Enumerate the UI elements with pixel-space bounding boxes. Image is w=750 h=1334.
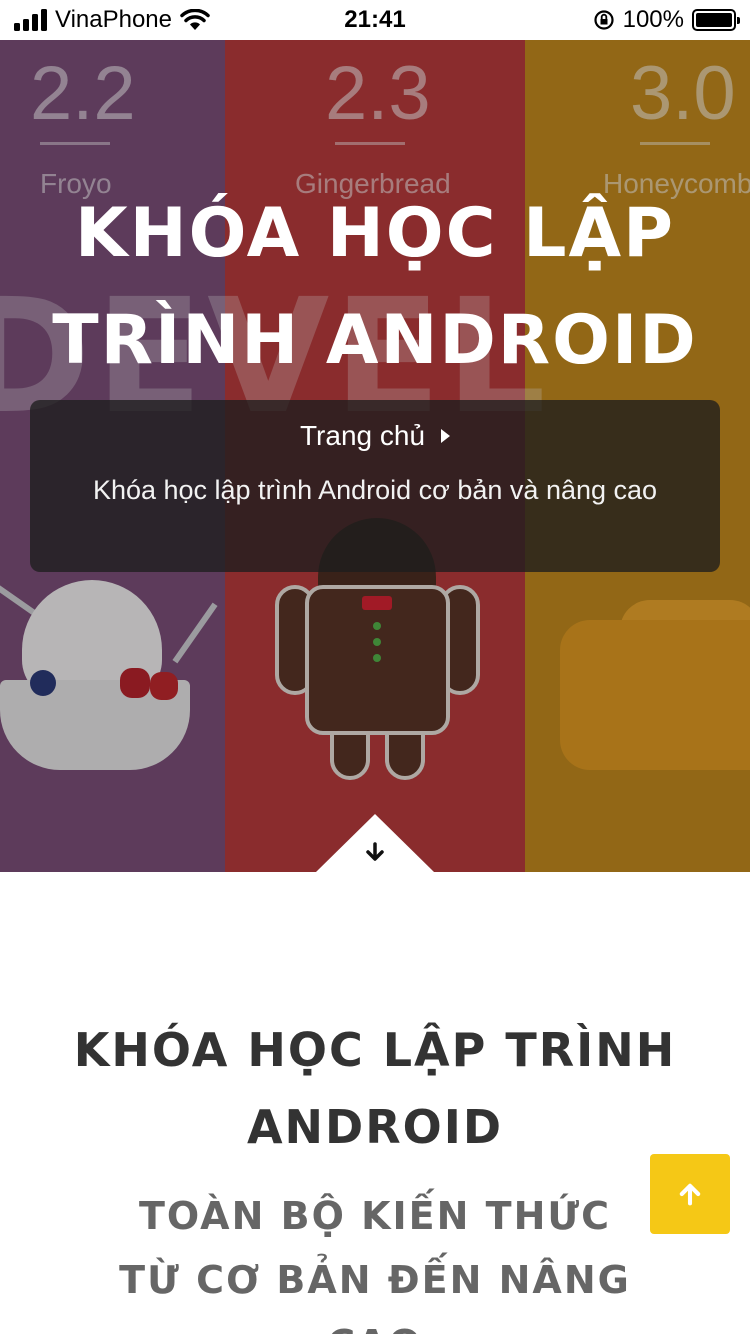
section-subtitle-line1: TOÀN BỘ KIẾN THỨC (138, 1194, 612, 1238)
status-bar: VinaPhone 21:41 100% (0, 0, 750, 40)
arrow-down-icon[interactable] (363, 840, 387, 864)
section-title-line1: KHÓA HỌC LẬP TRÌNH (73, 1023, 677, 1077)
orientation-lock-icon (594, 10, 614, 30)
breadcrumb: Trang chủ Khóa học lập trình Android cơ … (30, 400, 720, 572)
back-to-top-button[interactable] (650, 1154, 730, 1234)
section-title-line2: ANDROID (246, 1100, 504, 1154)
hero-title-line2: TRÌNH ANDROID (52, 301, 698, 380)
main-content: KHÓA HỌC LẬP TRÌNH ANDROID TOÀN BỘ KIẾN … (0, 872, 750, 1334)
status-right: 100% (593, 6, 740, 34)
chevron-right-icon (441, 429, 451, 443)
battery-icon (692, 9, 740, 31)
breadcrumb-current: Khóa học lập trình Android cơ bản và nân… (92, 475, 658, 505)
arrow-up-icon (679, 1183, 701, 1206)
section-subtitle-line2: TỪ CƠ BẢN ĐẾN NÂNG (119, 1258, 631, 1302)
hero-title-line1: KHÓA HỌC LẬP (75, 194, 675, 273)
battery-percent: 100% (622, 6, 684, 33)
breadcrumb-home-link[interactable]: Trang chủ (299, 420, 451, 452)
section-subtitle-line3: CAO (327, 1322, 423, 1334)
section-title: KHÓA HỌC LẬP TRÌNH ANDROID (50, 1012, 700, 1166)
section-subtitle: TOÀN BỘ KIẾN THỨC TỪ CƠ BẢN ĐẾN NÂNG CAO (90, 1184, 660, 1334)
hero-title: KHÓA HỌC LẬP TRÌNH ANDROID (0, 180, 750, 394)
hero-banner: 2.2 Froyo 2.3 Gingerbread 3.0 Honeycomb … (0, 40, 750, 872)
breadcrumb-home-label: Trang chủ (299, 420, 426, 451)
